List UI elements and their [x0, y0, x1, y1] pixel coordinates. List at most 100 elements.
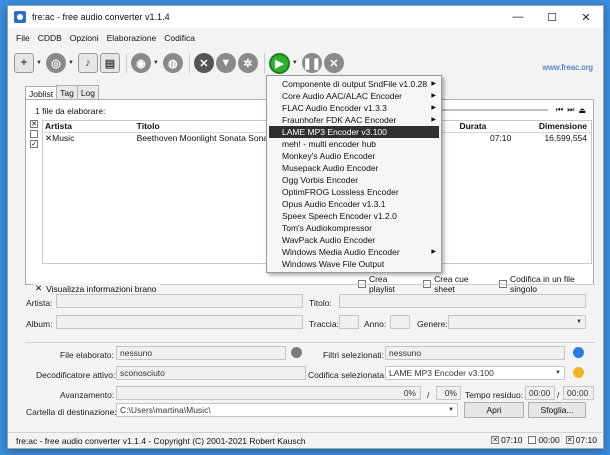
toolbar-separator — [263, 53, 265, 73]
add-cd-dropdown-icon[interactable]: ▼ — [68, 60, 74, 66]
encoder-menu-item[interactable]: FLAC Audio Encoder v1.3.3 ▶ — [267, 102, 441, 114]
status-bar: fre:ac - free audio converter v1.1.4 - C… — [8, 432, 603, 448]
column-size[interactable]: Dimensione — [517, 121, 591, 132]
next-track-icon[interactable]: ⏭ — [567, 105, 574, 115]
selected-time-checkbox[interactable] — [528, 436, 537, 444]
clear-list-icon[interactable]: ▤ — [99, 53, 120, 73]
encoder-menu-item[interactable]: Tom's Audiokompressor — [267, 222, 441, 234]
menu-cddb[interactable]: CDDB — [38, 33, 62, 43]
add-cd-icon[interactable]: ◎ — [45, 53, 66, 73]
cddb-submit-icon[interactable]: ◍ — [162, 53, 183, 73]
encoder-menu-item[interactable]: Componente di output SndFile v1.0.28 ▶ — [267, 78, 441, 90]
menu-options[interactable]: Opzioni — [70, 33, 99, 43]
decoder-label: Decodificatore attivo: — [36, 370, 116, 380]
genre-dropdown[interactable]: ▼ — [448, 315, 586, 329]
encoder-menu-item-label: LAME MP3 Encoder v3.100 — [282, 127, 387, 137]
menu-processing[interactable]: Elaborazione — [107, 33, 157, 43]
start-encoding-icon[interactable]: ▶ — [268, 52, 290, 74]
filters-config-icon[interactable] — [573, 347, 584, 358]
menu-encode[interactable]: Codifica — [164, 33, 195, 43]
encoder-menu-item[interactable]: Windows Wave File Output — [267, 258, 441, 270]
encoder-dropdown[interactable]: LAME MP3 Encoder v3.100 ▼ — [385, 366, 565, 380]
minimize-button[interactable]: — — [501, 6, 535, 28]
title-field[interactable] — [339, 294, 586, 308]
chevron-down-icon: ▼ — [576, 319, 582, 325]
skip-file-icon[interactable] — [291, 347, 302, 358]
tab-tag[interactable]: Tag — [56, 85, 78, 100]
menu-file[interactable]: File — [16, 33, 30, 43]
destination-field[interactable]: C:\Users\martina\Music\ ▼ — [116, 403, 458, 417]
track-info-toggle[interactable]: ✕ Visualizza informazioni brano — [35, 283, 160, 294]
app-icon — [14, 11, 26, 23]
encoder-dropdown-icon[interactable]: ▼ — [292, 60, 298, 66]
checked-time-checkbox[interactable]: ✕ — [565, 436, 574, 444]
total-time-checkbox[interactable]: ✕ — [491, 436, 500, 444]
toggle-selection-checkbox[interactable]: ✓ — [30, 140, 38, 148]
files-count-label: 1 file da elaborare: — [35, 106, 106, 116]
title-bar: fre:ac - free audio converter v1.1.4 — ☐… — [8, 6, 603, 28]
settings-gear-icon[interactable]: ✲ — [237, 53, 258, 73]
chevron-down-icon: ▼ — [448, 407, 454, 413]
encoder-menu-item-label: Monkey's Audio Encoder — [282, 151, 376, 161]
encoder-menu-item-label: meh! - multi encoder hub — [282, 139, 377, 149]
year-field[interactable] — [390, 315, 410, 329]
encoder-menu-item[interactable]: Ogg Vorbis Encoder — [267, 174, 441, 186]
tools-icon[interactable]: ✕ — [193, 53, 214, 73]
track-field[interactable] — [339, 315, 359, 329]
genre-label: Genere: — [417, 319, 448, 329]
select-all-checkbox[interactable]: ✕ — [30, 120, 38, 128]
encoder-menu-item[interactable]: Fraunhofer FDK AAC Encoder ▶ — [267, 114, 441, 126]
toolbar: + ▼ ◎ ▼ ♪ ▤ ◉ ▼ ◍ ✕ ▼ ✲ ▶ ▼ ❚❚ ✕ — [14, 50, 346, 76]
tab-log[interactable]: Log — [76, 85, 99, 100]
track-info-check-icon[interactable]: ✕ — [35, 283, 42, 294]
progress-label: Avanzamento: — [60, 390, 115, 400]
website-link[interactable]: www.freac.org — [542, 63, 593, 72]
encoder-menu-item-selected[interactable]: LAME MP3 Encoder v3.100 — [269, 126, 439, 138]
artist-label: Artista: — [26, 298, 53, 308]
encoder-menu-item[interactable]: Core Audio AAC/ALAC Encoder ▶ — [267, 90, 441, 102]
stop-icon[interactable]: ✕ — [323, 53, 344, 73]
row-artist: Music — [52, 133, 75, 143]
maximize-button[interactable]: ☐ — [535, 6, 569, 28]
browse-button[interactable]: Sfoglia... — [528, 402, 586, 418]
submenu-arrow-icon: ▶ — [431, 249, 436, 255]
year-label: Anno: — [364, 319, 387, 329]
encoder-config-icon[interactable] — [573, 367, 584, 378]
pause-icon[interactable]: ❚❚ — [301, 53, 322, 73]
encoder-menu-item-label: Windows Media Audio Encoder — [282, 247, 400, 257]
encoder-menu-item[interactable]: meh! - multi encoder hub — [267, 138, 441, 150]
cddb-query-icon[interactable]: ◉ — [130, 53, 151, 73]
encoder-menu-item[interactable]: Windows Media Audio Encoder ▶ — [267, 246, 441, 258]
seek-slider[interactable] — [440, 109, 549, 111]
current-file-field: nessuno — [116, 346, 286, 360]
filters-field: nessuno — [385, 346, 565, 360]
section-divider — [25, 342, 595, 343]
previous-track-icon[interactable]: ⏮ — [556, 105, 563, 115]
encoder-menu-item-label: Opus Audio Encoder v1.3.1 — [282, 199, 386, 209]
album-field[interactable] — [56, 315, 303, 329]
row-duration: 07:10 — [489, 133, 512, 143]
encoder-menu-item[interactable]: Opus Audio Encoder v1.3.1 — [267, 198, 441, 210]
add-files-icon[interactable]: + — [14, 53, 34, 73]
cddb-dropdown-icon[interactable]: ▼ — [153, 60, 159, 66]
close-button[interactable]: ✕ — [569, 6, 603, 28]
filter-icon[interactable]: ▼ — [215, 53, 236, 73]
open-folder-button[interactable]: Apri — [464, 402, 524, 418]
encoder-menu-item-label: Fraunhofer FDK AAC Encoder — [282, 115, 397, 125]
encoder-menu-item[interactable]: OptimFROG Lossless Encoder — [267, 186, 441, 198]
add-files-dropdown-icon[interactable]: ▼ — [36, 60, 42, 66]
remove-files-icon[interactable]: ♪ — [77, 53, 98, 73]
encoder-menu-item[interactable]: Musepack Audio Encoder — [267, 162, 441, 174]
encoder-label: Codifica selezionata: — [308, 370, 387, 380]
encoder-menu-item[interactable]: WavPack Audio Encoder — [267, 234, 441, 246]
eject-icon[interactable]: ⏏ — [578, 106, 586, 115]
time-separator: / — [557, 390, 560, 400]
encoder-menu-item[interactable]: Monkey's Audio Encoder — [267, 150, 441, 162]
column-artist[interactable]: Artista — [43, 121, 135, 132]
select-none-checkbox[interactable] — [30, 130, 38, 138]
progress-separator: / — [427, 390, 430, 400]
artist-field[interactable] — [56, 294, 303, 308]
column-duration[interactable]: Durata — [457, 121, 517, 132]
encoder-menu-item[interactable]: Speex Speech Encoder v1.2.0 — [267, 210, 441, 222]
tab-bar: Joblist Tag Log — [25, 85, 99, 101]
